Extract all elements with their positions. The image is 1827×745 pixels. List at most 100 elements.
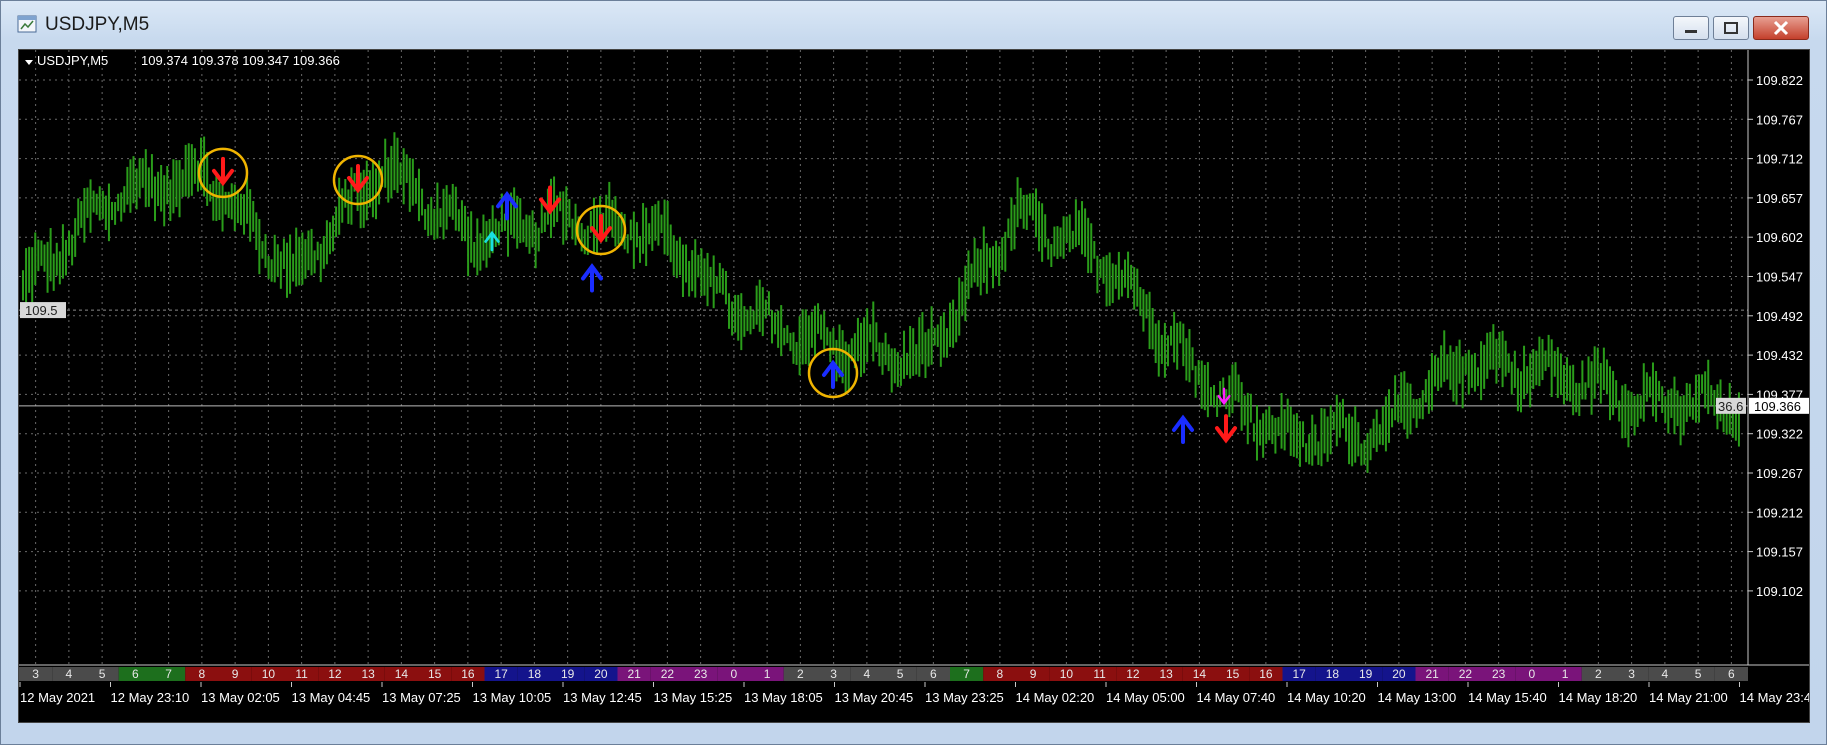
close-button[interactable] [1753,16,1809,40]
hour-strip: 3 4 5 6 7 8 9 10 11 12 13 14 15 16 17 18 19 20 21 22 23 0 1 2 3 4… [19,667,1748,681]
hour-label: 3 [1628,667,1635,681]
current-price-label: 109.366 [1754,399,1801,414]
hour-label: 12 [1126,667,1140,681]
level-line-tag: 109.5 [20,302,66,318]
price-label: 109.712 [1756,152,1803,167]
up-arrow-icon [1172,414,1194,444]
time-label: 12 May 23:10 [111,690,190,705]
time-label: 13 May 07:25 [382,690,461,705]
hour-label: 7 [165,667,172,681]
hour-label: 4 [864,667,871,681]
hour-label: 4 [1662,667,1669,681]
hour-label: 11 [1093,667,1106,681]
hour-label: 11 [295,667,308,681]
time-label: 13 May 23:25 [925,690,1004,705]
hour-label: 1 [1562,667,1569,681]
hour-label: 2 [797,667,804,681]
hour-label: 6 [930,667,937,681]
time-label: 13 May 04:45 [292,690,371,705]
up-arrow-icon [581,263,603,293]
time-label: 13 May 20:45 [835,690,914,705]
hour-label: 10 [1060,667,1074,681]
hour-label: 3 [32,667,39,681]
time-label: 13 May 18:05 [744,690,823,705]
hour-label: 18 [1326,667,1340,681]
time-axis: 12 May 2021 12 May 23:10 13 May 02:05 13 Ma… [19,682,1818,705]
price-label: 109.767 [1756,112,1803,127]
hour-label: 6 [132,667,139,681]
hour-label: 8 [199,667,206,681]
price-label: 109.657 [1756,191,1803,206]
chart-window-icon [17,15,37,33]
time-label: 14 May 02:20 [1016,690,1095,705]
hour-label: 20 [594,667,608,681]
buy-signal [581,263,603,293]
hour-label: 21 [627,667,641,681]
symbol-label: USDJPY,M5 [37,53,108,68]
time-label: 14 May 21:00 [1649,690,1728,705]
hour-label: 4 [66,667,73,681]
price-label: 109.602 [1756,230,1803,245]
minimize-button[interactable] [1673,16,1709,40]
hour-label: 9 [1030,667,1037,681]
ohlc-values: 109.374 109.378 109.347 109.366 [141,53,340,68]
maximize-button[interactable] [1713,16,1749,40]
hour-label: 22 [1459,667,1473,681]
buy-signal [1172,414,1194,444]
time-label: 14 May 23:40 [1740,690,1810,705]
hour-label: 7 [963,667,970,681]
hour-label: 15 [1226,667,1240,681]
time-label: 13 May 15:25 [654,690,733,705]
hour-label: 14 [1193,667,1207,681]
time-label: 13 May 12:45 [563,690,642,705]
hour-label: 6 [1728,667,1735,681]
symbol-header: USDJPY,M5 109.374 109.378 109.347 109.36… [25,53,340,68]
price-label: 109.547 [1756,270,1803,285]
hour-label: 0 [1529,667,1536,681]
hour-label: 17 [494,667,508,681]
hour-label: 5 [99,667,106,681]
price-label: 109.432 [1756,348,1803,363]
maximize-icon [1724,22,1738,34]
time-label: 14 May 07:40 [1197,690,1276,705]
time-label: 14 May 13:00 [1378,690,1457,705]
time-label: 13 May 02:05 [201,690,280,705]
hour-label: 18 [528,667,542,681]
title-bar[interactable]: USDJPY,M5 [1,1,1826,49]
signal-markers [197,147,1237,444]
hour-label: 22 [661,667,675,681]
price-chart[interactable]: 109.822 109.767 109.712 109.657 109.602 109.5… [19,50,1818,722]
minimize-icon [1685,30,1697,33]
horizontal-grid [19,79,1748,592]
hour-label: 9 [232,667,239,681]
time-label: 14 May 18:20 [1559,690,1638,705]
hour-label: 15 [428,667,442,681]
dropdown-triangle-icon[interactable] [25,60,33,65]
hour-label: 14 [395,667,409,681]
chart-area[interactable]: 109.822 109.767 109.712 109.657 109.602 109.5… [18,49,1818,723]
price-label: 109.492 [1756,309,1803,324]
window-title: USDJPY,M5 [45,14,150,35]
price-label: 109.822 [1756,73,1803,88]
hour-label: 12 [328,667,342,681]
hour-label: 13 [1159,667,1173,681]
hour-label: 1 [764,667,771,681]
hour-label: 19 [1359,667,1373,681]
time-label: 14 May 10:20 [1287,690,1366,705]
hour-label: 5 [1695,667,1702,681]
price-label: 109.322 [1756,427,1803,442]
hour-label: 16 [461,667,475,681]
hour-label: 23 [1492,667,1506,681]
chart-window: USDJPY,M5 109.822 109.767 109.712 109.657 10… [0,0,1827,745]
price-bars [22,132,1740,473]
hour-label: 20 [1392,667,1406,681]
hour-label: 0 [731,667,738,681]
price-label: 109.157 [1756,545,1803,560]
hour-label: 23 [694,667,708,681]
current-level-tag: 36.6 [1718,399,1743,414]
hour-label: 13 [361,667,375,681]
price-label: 109.212 [1756,505,1803,520]
price-label: 109.102 [1756,584,1803,599]
close-icon [1773,20,1789,36]
time-label: 14 May 05:00 [1106,690,1185,705]
